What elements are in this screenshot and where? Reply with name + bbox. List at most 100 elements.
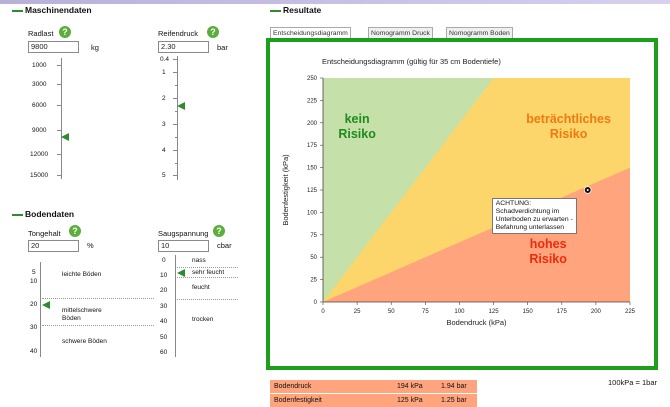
reifendruck-tick-label: 1 [162,69,166,76]
chart-x-tick-label: 0 [321,309,325,315]
table-cell-bar: 1.94 bar [441,383,467,390]
zone-label-line: Risiko [338,127,376,141]
saugspannung-help-icon[interactable]: ? [213,225,225,237]
zone-label-line: kein [345,112,370,126]
results-panel: Entscheidungsdiagramm (gültig für 35 cm … [266,38,658,370]
reifendruck-input[interactable]: 2.30 [158,41,209,53]
radlast-tick [57,130,62,131]
saugspannung-category-sehr-feucht: sehr feucht [192,269,225,276]
chart-y-tick-label: 125 [307,188,318,194]
results-table: Bodendruck 194 kPa 1.94 bar Bodenfestigk… [270,380,477,407]
saugspannung-tick-label: 60 [160,349,168,356]
reifendruck-minor-tick [175,111,178,112]
chart-y-tick-label: 50 [310,255,317,261]
zone-label-line: hohes [530,237,567,251]
reifendruck-label: Reifendruck [158,29,199,38]
top-band [0,0,670,4]
results-section-title: Resultate [270,5,321,15]
saugspannung-input[interactable]: 10 [158,240,209,252]
reifendruck-minor-tick [175,163,178,164]
chart-y-tick-label: 75 [310,233,317,239]
chart-x-tick-label: 100 [454,309,465,315]
saugspannung-unit: cbar [217,241,232,250]
reifendruck-tick [173,150,178,151]
chart-y-tick-label: 100 [307,210,318,216]
tongehalt-slider-track [40,262,41,357]
radlast-tick-label: 6000 [32,102,47,109]
zone-label-line: Risiko [550,127,588,141]
table-cell-label: Bodenfestigkeit [274,397,322,404]
warning-annotation: ACHTUNG: Schadverdichtung im Unterboden … [491,198,577,234]
machine-section-title: Maschinendaten [12,5,92,15]
tongehalt-tick-label: 40 [30,348,38,355]
reifendruck-help-icon[interactable]: ? [207,26,219,38]
table-cell-kpa: 194 kPa [397,383,423,390]
reifendruck-slider-handle[interactable] [177,102,185,110]
section-dash [12,213,23,216]
tongehalt-category-medium: mittelschwere Böden [62,307,102,322]
saugspannung-slider[interactable]: 0 10 20 30 40 50 60 nass sehr feucht feu… [158,255,238,360]
reifendruck-slider[interactable]: 0.4 1 2 3 4 5 [160,53,220,185]
radlast-help-icon[interactable]: ? [59,26,71,38]
radlast-slider-handle[interactable] [61,133,69,141]
category-divider [177,299,238,300]
reifendruck-tick-label: 5 [162,172,166,179]
chart-y-axis-label: Bodenfestigkeit (kPa) [281,154,290,226]
radlast-tick-label: 1000 [32,62,47,69]
radlast-tick-label: 9000 [32,127,47,134]
category-divider [177,267,238,268]
reifendruck-tick [173,175,178,176]
saugspannung-slider-handle[interactable] [177,269,185,277]
chart-y-tick-label: 150 [307,166,318,172]
chart-x-tick-label: 125 [489,309,500,315]
tongehalt-input[interactable]: 20 [28,240,79,252]
tongehalt-slider-handle[interactable] [42,301,50,309]
chart-y-tick-label: 0 [314,300,318,306]
tongehalt-slider[interactable]: 5 10 20 30 40 leichte Böden mittelschwer… [28,262,154,360]
tongehalt-category-light: leichte Böden [62,271,102,278]
table-cell-kpa: 125 kPa [397,397,423,404]
reifendruck-slider-track [177,56,178,180]
category-divider [42,298,154,299]
zone-label: hohes Risiko [529,237,567,266]
chart-x-tick-label: 50 [388,309,395,315]
chart-x-tick-label: 225 [625,309,636,315]
reifendruck-unit: bar [217,43,228,52]
soil-section-title: Bodendaten [12,209,74,219]
tongehalt-tick-label: 20 [30,301,38,308]
reifendruck-tick-label: 4 [162,147,166,154]
reifendruck-minor-tick [175,85,178,86]
section-dash [270,9,281,12]
chart-title: Entscheidungsdiagramm (gültig für 35 cm … [322,57,501,66]
result-point-center [586,189,589,191]
saugspannung-tick-label: 30 [160,303,168,310]
section-dash [12,9,23,12]
radlast-input[interactable]: 9800 [28,41,79,53]
table-cell-label: Bodendruck [274,383,312,390]
zone-label-line: Risiko [529,252,567,266]
chart-x-tick-label: 25 [354,309,361,315]
zone-label-line: beträchtliches [526,112,611,126]
chart-x-tick-label: 150 [523,309,534,315]
radlast-tick [57,175,62,176]
saugspannung-tick-label: 10 [160,272,168,279]
radlast-tick [57,65,62,66]
chart-x-tick-label: 200 [591,309,602,315]
tongehalt-help-icon[interactable]: ? [69,225,81,237]
radlast-tick-label: 3000 [32,81,47,88]
chart-x-tick-label: 75 [422,309,429,315]
reifendruck-tick [173,72,178,73]
category-divider [177,277,238,278]
reifendruck-tick-label: 0.4 [160,56,170,63]
chart-y-tick-label: 250 [307,76,318,82]
table-row: Bodendruck 194 kPa 1.94 bar [270,380,477,394]
chart-y-tick-label: 200 [307,121,318,127]
saugspannung-tick-label: 50 [160,334,168,341]
soil-title-text: Bodendaten [25,209,75,219]
reifendruck-minor-tick [175,137,178,138]
radlast-tick-label: 15000 [30,172,49,179]
tongehalt-label: Tongehalt [28,229,61,238]
saugspannung-slider-track [175,255,176,357]
chart-x-tick-label: 175 [557,309,568,315]
radlast-slider[interactable]: 1000 3000 6000 9000 12000 15000 [30,55,90,185]
